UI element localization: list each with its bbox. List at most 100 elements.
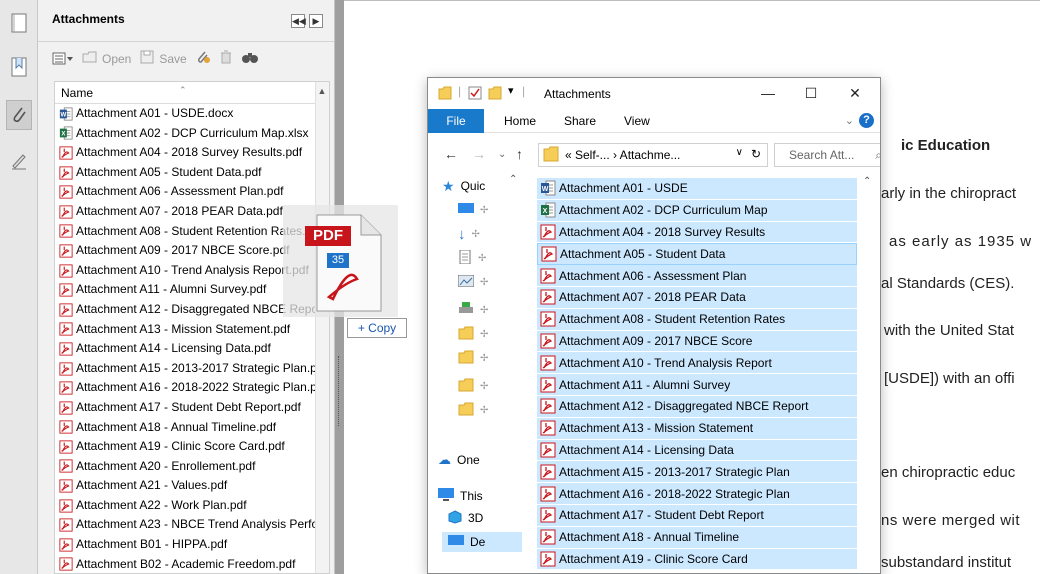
nav-this-pc[interactable]: This [438,486,483,506]
collapse-left-icon[interactable]: ◀◀ [291,14,306,28]
file-row[interactable]: Attachment A06 - Assessment Plan [537,265,857,287]
search-box[interactable]: Search Att... ⌕ [774,143,880,167]
attachment-row[interactable]: Attachment A06 - Assessment Plan.pdf [55,182,329,202]
attachment-row[interactable]: Attachment A19 - Clinic Score Card.pdf [55,437,329,457]
attachment-row[interactable]: Attachment A13 - Mission Statement.pdf [55,320,329,340]
add-attachment-button[interactable] [195,50,211,67]
file-row[interactable]: Attachment A05 - Student Data [537,243,857,266]
minimize-icon[interactable]: — [753,82,783,104]
nav-scrollbar[interactable]: ⌃ [507,174,523,573]
refresh-icon[interactable]: ↻ [751,147,761,161]
attachment-paperclip-icon[interactable] [6,100,32,130]
options-menu-button[interactable] [52,52,74,66]
tab-view[interactable]: View [624,114,650,128]
search-placeholder: Search Att... [789,148,855,162]
file-row[interactable]: Attachment A16 - 2018-2022 Strategic Pla… [537,483,857,505]
expand-right-icon[interactable]: ▶ [309,14,323,28]
attachment-row[interactable]: Attachment A14 - Licensing Data.pdf [55,339,329,359]
attachment-row[interactable]: X Attachment A02 - DCP Curriculum Map.xls… [55,124,329,144]
file-name: Attachment A11 - Alumni Survey [559,377,731,392]
file-row[interactable]: Attachment A18 - Annual Timeline [537,526,857,549]
splitter-grip[interactable] [338,356,341,426]
page-thumbnails-icon[interactable] [6,8,32,38]
attachment-row[interactable]: Attachment B02 - Academic Freedom.pdf [55,555,329,573]
nav-onedrive[interactable]: ☁ One [438,450,480,470]
close-icon[interactable]: ✕ [840,82,870,104]
delete-button[interactable] [219,50,233,67]
quick-access-dropdown-icon[interactable]: ▾ [508,84,514,97]
scroll-up-icon[interactable]: ▲ [315,82,329,100]
signature-pen-icon[interactable] [6,146,32,176]
nav-pinned-item[interactable]: ✢ [457,272,488,292]
tab-home[interactable]: Home [504,114,536,128]
nav-pinned-folder[interactable]: ✢ [458,400,488,420]
attachment-row[interactable]: Attachment A17 - Student Debt Report.pdf [55,398,329,418]
nav-quick-access[interactable]: ★ Quic [442,176,485,196]
file-row[interactable]: Attachment A07 - 2018 PEAR Data [537,287,857,309]
nav-pinned-folder[interactable]: ✢ [458,324,488,344]
nav-pinned-item[interactable]: ✢ [458,200,488,220]
nav-pinned-item[interactable]: ✢ [458,248,486,268]
address-bar[interactable]: « Self-... › Attachme... ∨ ↻ [538,143,768,167]
tab-share[interactable]: Share [564,114,596,128]
attachment-row[interactable]: Attachment A16 - 2018-2022 Strategic Pla… [55,378,329,398]
bookmark-icon[interactable] [6,52,32,82]
attachment-row[interactable]: Attachment A15 - 2013-2017 Strategic Pla… [55,359,329,379]
tab-file[interactable]: File [428,109,484,133]
file-row[interactable]: Attachment A19 - Clinic Score Card [537,548,857,571]
name-column-header[interactable]: Name ⌃ [55,82,329,104]
nav-pinned-folder[interactable]: ✢ [458,376,488,396]
attachment-row[interactable]: Attachment A22 - Work Plan.pdf [55,496,329,516]
expand-ribbon-icon[interactable]: ⌄ [845,114,854,127]
nav-pinned-item[interactable]: ✢ [458,300,488,320]
copy-tooltip: + Copy [347,318,407,338]
search-attachments-button[interactable] [241,50,259,67]
attachments-scrollbar[interactable]: ▲ [315,82,329,573]
file-row[interactable]: Attachment A10 - Trend Analysis Report [537,352,857,375]
documents-icon [458,249,472,267]
attachment-row[interactable]: Attachment B01 - HIPPA.pdf [55,535,329,555]
file-row[interactable]: Attachment A09 - 2017 NBCE Score [537,330,857,353]
help-icon[interactable]: ? [859,113,874,128]
attachment-row[interactable]: Attachment A21 - Values.pdf [55,476,329,496]
attachment-row[interactable]: Attachment A23 - NBCE Trend Analysis Per… [55,515,329,535]
address-dropdown-icon[interactable]: ∨ [736,147,743,158]
file-row[interactable]: Attachment A12 - Disaggregated NBCE Repo… [537,396,857,418]
attachment-row[interactable]: Attachment A04 - 2018 Survey Results.pdf [55,143,329,163]
attachment-row[interactable]: W Attachment A01 - USDE.docx [55,104,329,124]
nav-pinned-folder[interactable]: ✢ [458,348,488,368]
nav-pinned-item[interactable]: ↓ ✢ [458,224,480,244]
forward-arrow-icon[interactable]: → [472,146,486,162]
word-file-icon: W [540,180,556,196]
drag-count-badge: 35 [327,253,349,268]
save-button[interactable]: Save [139,50,187,67]
attachment-row[interactable]: Attachment A05 - Student Data.pdf [55,163,329,183]
file-row[interactable]: W Attachment A01 - USDE [537,178,857,200]
open-button[interactable]: Open [82,50,131,67]
file-list-scrollbar[interactable]: ⌃ [859,176,879,573]
file-scroll-up-icon[interactable]: ⌃ [863,176,871,187]
up-arrow-icon[interactable]: ↑ [516,146,523,162]
file-row[interactable]: Attachment A11 - Alumni Survey [537,374,857,396]
file-row[interactable]: X Attachment A02 - DCP Curriculum Map [537,199,857,222]
attachment-row[interactable]: Attachment A20 - Enrollement.pdf [55,457,329,477]
explorer-titlebar[interactable]: | ▾ | Attachments — ☐ ✕ [428,78,880,109]
file-row[interactable]: Attachment A17 - Student Debt Report [537,505,857,527]
nav-scroll-up-icon[interactable]: ⌃ [509,174,517,185]
recent-locations-icon[interactable]: ⌄ [498,149,506,160]
file-name: Attachment A19 - Clinic Score Card [559,551,748,566]
file-row[interactable]: Attachment A04 - 2018 Survey Results [537,221,857,244]
file-row[interactable]: Attachment A14 - Licensing Data [537,439,857,462]
maximize-icon[interactable]: ☐ [796,82,826,104]
nav-3d-objects[interactable]: 3D [448,508,483,528]
pin-icon: ✢ [471,228,480,240]
new-folder-icon[interactable] [488,86,502,103]
file-name: Attachment A09 - 2017 NBCE Score [559,333,753,348]
properties-check-icon[interactable] [468,86,482,103]
file-row[interactable]: Attachment A08 - Student Retention Rates [537,308,857,331]
file-row[interactable]: Attachment A13 - Mission Statement [537,417,857,440]
back-arrow-icon[interactable]: ← [444,146,458,162]
file-row[interactable]: Attachment A15 - 2013-2017 Strategic Pla… [537,461,857,484]
attachment-row[interactable]: Attachment A18 - Annual Timeline.pdf [55,418,329,438]
pdf-file-icon [59,420,73,434]
